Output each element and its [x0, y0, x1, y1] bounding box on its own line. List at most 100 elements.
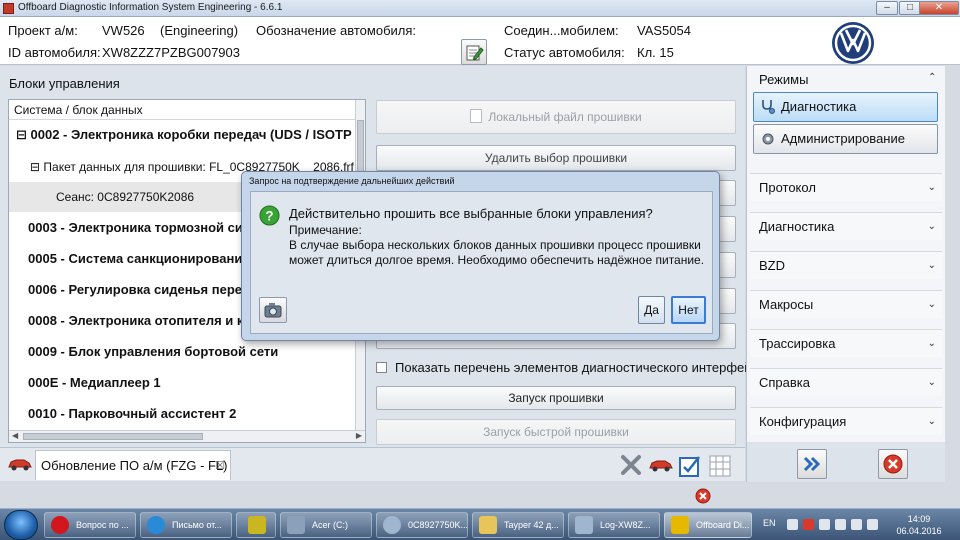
- vw-logo-icon: [832, 22, 874, 64]
- cancel-icon: [883, 454, 903, 474]
- list-item-onboard-network[interactable]: 0009 - Блок управления бортовой сети: [9, 337, 357, 367]
- tray-error-icon[interactable]: [803, 519, 814, 530]
- collapse-chevron-icon[interactable]: ⌃: [928, 72, 936, 83]
- start-fast-flash-button[interactable]: Запуск быстрой прошивки: [376, 419, 736, 445]
- sidebar-item-macros[interactable]: Макросы ⌄: [750, 290, 942, 318]
- vehicle-icon[interactable]: [648, 457, 674, 473]
- tools-icon[interactable]: [620, 454, 642, 476]
- local-flash-file-button[interactable]: Локальный файл прошивки: [376, 100, 736, 134]
- sidebar-item-label: Диагностика: [759, 219, 835, 234]
- screenshot-button[interactable]: [259, 297, 287, 323]
- tray-app-icon[interactable]: [787, 519, 798, 530]
- list-horizontal-scrollbar[interactable]: ◀ ▶: [9, 430, 365, 442]
- tab-software-update[interactable]: Обновление ПО а/м (FZG - FL) ☒: [35, 450, 231, 480]
- sidebar-item-label: Трассировка: [759, 336, 836, 351]
- show-interface-list-checkbox[interactable]: Показать перечень элементов диагностичес…: [376, 360, 765, 375]
- list-column-header: Система / блок данных: [9, 100, 357, 120]
- sidebar-item-label: Справка: [759, 375, 810, 390]
- taskbar-item-label: Log-XW8Z...: [600, 520, 651, 530]
- start-button[interactable]: [4, 510, 38, 540]
- clock-date: 06.04.2016: [896, 526, 942, 536]
- cancel-button[interactable]: [878, 449, 908, 479]
- taskbar-item-folder[interactable]: Tayper 42 д...: [472, 512, 564, 538]
- question-icon: ?: [259, 205, 280, 226]
- sidebar-item-configuration[interactable]: Конфигурация ⌄: [750, 407, 942, 435]
- dialog-note-line1: В случае выбора нескольких блоков данных…: [289, 238, 701, 252]
- modes-title: Режимы: [759, 72, 809, 87]
- taskbar-item-log[interactable]: Log-XW8Z...: [568, 512, 660, 538]
- title-bar: Offboard Diagnostic Information System E…: [0, 0, 960, 17]
- no-button[interactable]: Нет: [671, 296, 706, 324]
- sidebar-item-diagnostics[interactable]: Диагностика ⌄: [750, 212, 942, 240]
- tray-monitor-icon[interactable]: [835, 519, 846, 530]
- dialog-note-line2: может длиться долгое время. Необходимо о…: [289, 253, 705, 267]
- close-window-button[interactable]: ✕: [919, 1, 959, 15]
- list-item-gearbox[interactable]: ⊟ 0002 - Электроника коробки передач (UD…: [9, 120, 357, 150]
- tab-close-icon[interactable]: ☒: [215, 451, 225, 481]
- edit-designation-button[interactable]: [461, 39, 487, 65]
- app-logo-icon: [3, 3, 14, 14]
- start-flash-button[interactable]: Запуск прошивки: [376, 386, 736, 410]
- folder-icon: [479, 516, 497, 534]
- error-icon[interactable]: [695, 488, 711, 504]
- yes-button[interactable]: Да: [638, 296, 665, 324]
- tray-network-icon[interactable]: [851, 519, 862, 530]
- chevron-down-icon: ⌄: [927, 182, 936, 193]
- delete-flash-selection-button[interactable]: Удалить выбор прошивки: [376, 145, 736, 171]
- chevron-down-icon: ⌄: [927, 338, 936, 349]
- chevron-down-icon: ⌄: [927, 377, 936, 388]
- tray-flag-icon[interactable]: [819, 519, 830, 530]
- taskbar-item-odis[interactable]: Offboard Di...: [664, 512, 752, 538]
- taskbar-item-explorer[interactable]: Acer (C:): [280, 512, 372, 538]
- chevron-down-icon: ⌄: [927, 416, 936, 427]
- tray-volume-icon[interactable]: [867, 519, 878, 530]
- list-item-parking-assist[interactable]: 0010 - Парковочный ассистент 2: [9, 399, 357, 429]
- mode-diagnostics-button[interactable]: Диагностика: [753, 92, 938, 122]
- local-flash-file-label: Локальный файл прошивки: [488, 110, 642, 124]
- taskbar-item-label: 0C8927750K...: [408, 520, 468, 530]
- sidebar-item-tracing[interactable]: Трассировка ⌄: [750, 329, 942, 357]
- taskbar-item-label: Вопрос по ...: [76, 520, 129, 530]
- list-item-media-player[interactable]: 000E - Медиаплеер 1: [9, 368, 357, 398]
- checklist-icon[interactable]: [678, 454, 702, 478]
- vehicle-status-value: Кл. 15: [637, 45, 674, 60]
- maximize-button[interactable]: □: [899, 1, 921, 15]
- ie-icon: [147, 516, 165, 534]
- taskbar-item-label: Acer (C:): [312, 520, 348, 530]
- mode-diagnostics-label: Диагностика: [781, 99, 857, 114]
- mode-administration-button[interactable]: Администрирование: [753, 124, 938, 154]
- taskbar-item-app[interactable]: [236, 512, 276, 538]
- window-icon: [575, 516, 593, 534]
- vin-value: XW8ZZZ7PZBG007903: [102, 45, 240, 60]
- sidebar-item-protocol[interactable]: Протокол ⌄: [750, 173, 942, 201]
- window-title: Offboard Diagnostic Information System E…: [18, 2, 283, 13]
- language-indicator[interactable]: EN: [763, 518, 776, 528]
- app-icon: [248, 516, 266, 534]
- taskbar-item-ie[interactable]: Письмо от...: [140, 512, 232, 538]
- svg-text:?: ?: [265, 208, 273, 223]
- stethoscope-icon: [762, 100, 775, 114]
- sidebar-item-bzd[interactable]: BZD ⌄: [750, 251, 942, 279]
- taskbar-item-label: Offboard Di...: [696, 520, 750, 530]
- taskbar-item-search[interactable]: 0C8927750K...: [376, 512, 468, 538]
- confirm-dialog: Запрос на подтверждение дальнейших дейст…: [241, 171, 720, 341]
- engine-icon: [671, 516, 689, 534]
- taskbar-item-opera[interactable]: Вопрос по ...: [44, 512, 136, 538]
- grid-icon[interactable]: [708, 454, 732, 478]
- sidebar-item-label: Протокол: [759, 180, 816, 195]
- forward-button[interactable]: [797, 449, 827, 479]
- dialog-body: ? Действительно прошить все выбранные бл…: [250, 191, 713, 334]
- taskbar-item-label: Tayper 42 д...: [504, 520, 559, 530]
- clock[interactable]: 14:09 06.04.2016: [889, 513, 949, 537]
- double-chevron-right-icon: [803, 456, 821, 472]
- vehicle-status-label: Статус автомобиля:: [504, 45, 625, 60]
- car-icon: [8, 459, 32, 471]
- checkbox-box[interactable]: [376, 362, 387, 373]
- search-icon: [383, 516, 401, 534]
- chevron-down-icon: ⌄: [927, 299, 936, 310]
- sidebar-item-help[interactable]: Справка ⌄: [750, 368, 942, 396]
- sidebar-item-label: Макросы: [759, 297, 814, 312]
- project-value: VW526: [102, 23, 145, 38]
- status-strip: [0, 482, 960, 508]
- minimize-button[interactable]: –: [876, 1, 898, 15]
